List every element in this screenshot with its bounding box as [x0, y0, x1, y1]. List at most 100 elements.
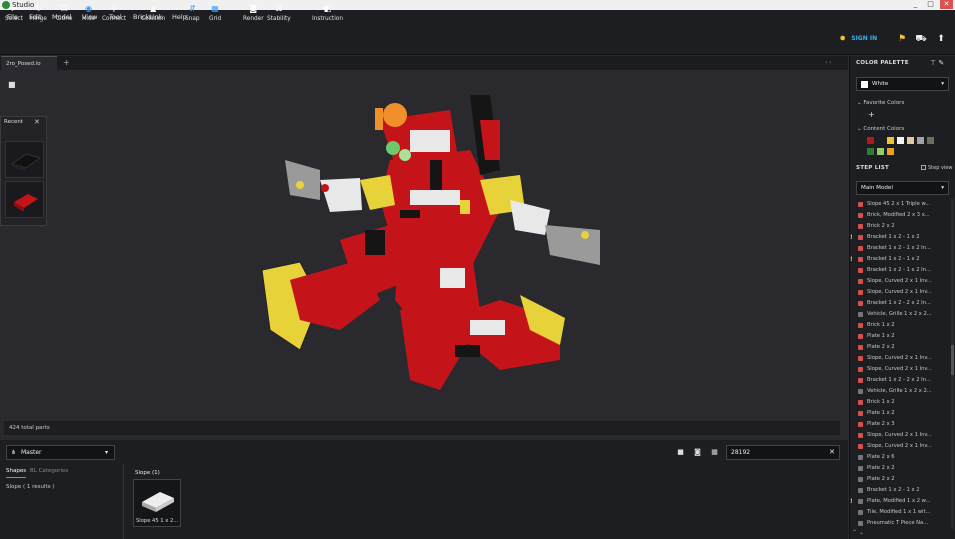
close-window-button[interactable]: ✕ — [940, 0, 953, 9]
step-label: Slope, Curved 2 x 1 Inv... — [867, 355, 932, 361]
camera-view-icon[interactable]: ■ — [8, 80, 18, 90]
color-swatch[interactable] — [867, 148, 874, 155]
color-swatch[interactable] — [877, 148, 884, 155]
step-list-item[interactable]: Brick 1 x 2 — [849, 320, 949, 331]
hinge-tool-button[interactable]: ↻ Hinge — [30, 4, 47, 22]
step-list-item[interactable]: Slope 45 2 x 1 Triple w... — [849, 199, 949, 210]
step-label: Bracket 1 x 2 - 1 x 2 — [867, 234, 920, 240]
step-list-item[interactable]: Slope, Curved 2 x 1 Inv... — [849, 353, 949, 364]
warning-icon: ! — [850, 234, 853, 241]
add-tab-button[interactable]: + — [63, 56, 70, 70]
step-label: Slope, Curved 2 x 1 Inv... — [867, 289, 932, 295]
toolbar — [0, 24, 955, 55]
color-select[interactable]: White ▾ — [856, 77, 949, 91]
maximize-button[interactable]: □ — [924, 0, 937, 9]
step-list-item[interactable]: Tile, Modified 1 x 1 wit... — [849, 507, 949, 518]
step-list-item[interactable]: Plate 1 x 2 — [849, 408, 949, 419]
color-swatch[interactable] — [917, 137, 924, 144]
step-list-item[interactable]: Slope, Curved 2 x 1 Inv... — [849, 276, 949, 287]
step-list-item[interactable]: Slope, Curved 2 x 1 Inv... — [849, 364, 949, 375]
step-list-item[interactable]: ! Plate, Modified 1 x 2 w... — [849, 496, 949, 507]
notification-icon[interactable]: ⚑ — [895, 32, 909, 46]
upload-icon[interactable]: ⬆ — [934, 32, 948, 46]
cart-icon[interactable]: ⛟ — [914, 32, 928, 46]
step-list-item[interactable]: Plate 1 x 2 — [849, 331, 949, 342]
step-view-checkbox[interactable]: Step view — [921, 165, 953, 171]
add-favorite-color-button[interactable]: + — [868, 110, 875, 119]
step-list-item[interactable]: Bracket 1 x 2 - 1 x 2 In... — [849, 265, 949, 276]
brick-icon — [858, 257, 863, 262]
camera-icon[interactable]: ◙ — [693, 448, 702, 457]
brick-icon — [858, 235, 863, 240]
select-tool-button[interactable]: ➤ Select — [5, 4, 23, 22]
step-list-item[interactable]: Bracket 1 x 2 - 2 x 2 In... — [849, 375, 949, 386]
clear-search-icon[interactable]: ✕ — [829, 446, 835, 459]
snap-tool-button[interactable]: ⇵ Snap — [185, 4, 200, 22]
close-recent-icon[interactable]: ✕ — [34, 118, 40, 126]
instruction-tool-button[interactable]: ◧ Instruction — [312, 4, 343, 22]
color-swatch[interactable] — [887, 148, 894, 155]
render-tool-button[interactable]: ◙ Render — [243, 4, 264, 22]
recent-part-thumb[interactable] — [5, 141, 44, 178]
sign-in-button[interactable]: ⬢ SIGN IN — [840, 35, 877, 42]
palette-tools[interactable]: ⊤ ✎ — [930, 59, 944, 67]
step-list-item[interactable]: Vehicle, Grille 1 x 2 x 2... — [849, 309, 949, 320]
brick-icon — [858, 202, 863, 207]
step-list-item[interactable]: Bracket 1 x 2 - 2 x 2 In... — [849, 298, 949, 309]
step-label: Plate 2 x 3 — [867, 421, 895, 427]
step-label: Bracket 1 x 2 - 1 x 2 — [867, 256, 920, 262]
3d-viewport[interactable] — [0, 70, 848, 438]
step-list-item[interactable]: Plate 2 x 2 — [849, 463, 949, 474]
view-square-icon[interactable]: ■ — [676, 448, 685, 457]
step-list-item[interactable]: Brick 2 x 2 — [849, 221, 949, 232]
connect-tool-button[interactable]: ⚲ Connect — [102, 4, 126, 22]
results-category[interactable]: Slope ( 1 results ) — [6, 484, 54, 490]
step-list-item[interactable]: Vehicle, Grille 1 x 2 x 2... — [849, 386, 949, 397]
part-card[interactable]: Slope 45 1 x 2... — [133, 479, 181, 527]
step-list-item[interactable]: ! Bracket 1 x 2 - 1 x 2 — [849, 232, 949, 243]
grid-tool-button[interactable]: ▦ Grid — [209, 4, 221, 22]
content-colors-header[interactable]: ⌄ Content Colors — [857, 126, 904, 132]
step-list-item[interactable]: Slope, Curved 2 x 1 Inv... — [849, 287, 949, 298]
step-list-item[interactable]: ! Bracket 1 x 2 - 1 x 2 — [849, 254, 949, 265]
step-list-item[interactable]: Slope, Curved 2 x 1 Inv... — [849, 441, 949, 452]
color-swatch[interactable] — [927, 137, 934, 144]
brick-icon — [858, 466, 863, 471]
minimize-button[interactable]: _ — [909, 0, 922, 9]
step-list-item[interactable]: Brick 1 x 2 — [849, 397, 949, 408]
part-search-input[interactable]: 28192 ✕ — [726, 445, 840, 460]
grid-view-icon[interactable]: ▦ — [710, 448, 719, 457]
tab-file[interactable]: 2ro_Posed.io — [1, 56, 57, 70]
step-nav-arrows[interactable]: ⌃ ⌄ — [852, 529, 864, 536]
step-list-item[interactable]: Bracket 1 x 2 - 1 x 2 In... — [849, 243, 949, 254]
tab-shapes[interactable]: Shapes — [6, 468, 26, 478]
model-select[interactable]: Main Model ▾ — [856, 181, 949, 195]
scrollbar-thumb[interactable] — [951, 345, 954, 375]
step-list-item[interactable]: Brick, Modified 2 x 3 x... — [849, 210, 949, 221]
step-list-title: STEP LIST — [856, 165, 890, 171]
tab-nav-arrows[interactable]: ‹ › — [825, 56, 832, 70]
hide-tool-button[interactable]: ◉ Hide — [82, 4, 95, 22]
stability-tool-button[interactable]: ⚖ Stability — [267, 4, 291, 22]
step-label: Bracket 1 x 2 - 1 x 2 In... — [867, 245, 931, 251]
color-swatch[interactable] — [867, 137, 874, 144]
collision-tool-button[interactable]: ▲ Collision — [141, 4, 165, 22]
favorite-colors-header[interactable]: ⌄ Favorite Colors — [857, 100, 904, 106]
step-list-item[interactable]: Bracket 1 x 2 - 1 x 2 — [849, 485, 949, 496]
color-swatch[interactable] — [887, 137, 894, 144]
step-list-item[interactable]: Slope, Curved 2 x 1 Inv... — [849, 430, 949, 441]
step-list-item[interactable]: Plate 2 x 2 — [849, 342, 949, 353]
palette-select[interactable]: ⋔ Master ▾ — [6, 445, 115, 460]
step-label: Slope, Curved 2 x 1 Inv... — [867, 278, 932, 284]
color-swatch[interactable] — [877, 137, 884, 144]
step-list-item[interactable]: Plate 2 x 3 — [849, 419, 949, 430]
step-list-item[interactable]: Plate 2 x 6 — [849, 452, 949, 463]
brick-icon — [858, 499, 863, 504]
step-list-item[interactable]: Pneumatic T Piece Na... — [849, 518, 949, 529]
color-swatch[interactable] — [897, 137, 904, 144]
clone-tool-button[interactable]: ❐ Clone — [56, 4, 72, 22]
color-swatch[interactable] — [907, 137, 914, 144]
tab-bl-categories[interactable]: BL Categories — [30, 468, 68, 474]
step-list-item[interactable]: Plate 2 x 2 — [849, 474, 949, 485]
recent-part-thumb[interactable] — [5, 181, 44, 218]
